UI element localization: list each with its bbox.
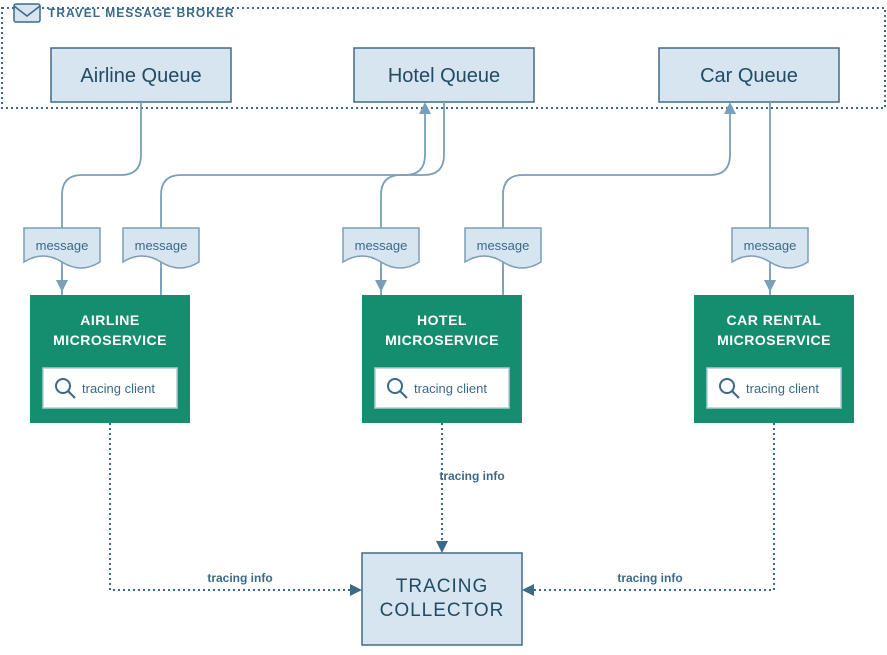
- service-car-title2: MICROSERVICE: [717, 332, 831, 348]
- message-label: message: [744, 238, 797, 253]
- service-airline-title2: MICROSERVICE: [53, 332, 167, 348]
- architecture-diagram: TRAVEL MESSAGE BROKER Airline Queue Hote…: [0, 0, 887, 655]
- collector-line2: COLLECTOR: [380, 600, 505, 621]
- queue-airline-label: Airline Queue: [80, 65, 201, 87]
- service-hotel-title2: MICROSERVICE: [385, 332, 499, 348]
- service-hotel-title1: HOTEL: [417, 312, 467, 328]
- tracing-client-label: tracing client: [746, 381, 819, 396]
- tracing-client-label: tracing client: [82, 381, 155, 396]
- tracing-collector: TRACING COLLECTOR: [362, 553, 522, 645]
- service-airline: AIRLINE MICROSERVICE tracing client: [30, 295, 190, 423]
- envelope-icon: [14, 4, 40, 22]
- queue-airline: Airline Queue: [51, 48, 231, 102]
- queue-hotel-label: Hotel Queue: [388, 65, 500, 87]
- service-car: CAR RENTAL MICROSERVICE tracing client: [694, 295, 854, 423]
- queue-hotel: Hotel Queue: [354, 48, 534, 102]
- trace-airline-collector: [110, 423, 354, 590]
- queue-car: Car Queue: [659, 48, 839, 102]
- tracing-client-hotel: tracing client: [375, 368, 509, 408]
- trace-label-airline: tracing info: [207, 571, 272, 585]
- message-airline-out: message: [123, 228, 199, 268]
- message-label: message: [135, 238, 188, 253]
- service-airline-title1: AIRLINE: [80, 312, 140, 328]
- message-hotel-out: message: [465, 228, 541, 268]
- trace-label-hotel: tracing info: [439, 469, 504, 483]
- message-label: message: [36, 238, 89, 253]
- broker-label: TRAVEL MESSAGE BROKER: [48, 6, 235, 20]
- trace-label-car: tracing info: [617, 571, 682, 585]
- service-hotel: HOTEL MICROSERVICE tracing client: [362, 295, 522, 423]
- message-car-in: message: [732, 228, 808, 268]
- trace-car-collector: [530, 423, 774, 590]
- message-hotel-in: message: [343, 228, 419, 268]
- tracing-client-car: tracing client: [707, 368, 841, 408]
- message-airline-in: message: [24, 228, 100, 268]
- message-label: message: [477, 238, 530, 253]
- service-car-title1: CAR RENTAL: [727, 312, 822, 328]
- tracing-client-airline: tracing client: [43, 368, 177, 408]
- collector-line1: TRACING: [396, 576, 489, 597]
- message-label: message: [355, 238, 408, 253]
- queue-car-label: Car Queue: [700, 65, 798, 87]
- tracing-client-label: tracing client: [414, 381, 487, 396]
